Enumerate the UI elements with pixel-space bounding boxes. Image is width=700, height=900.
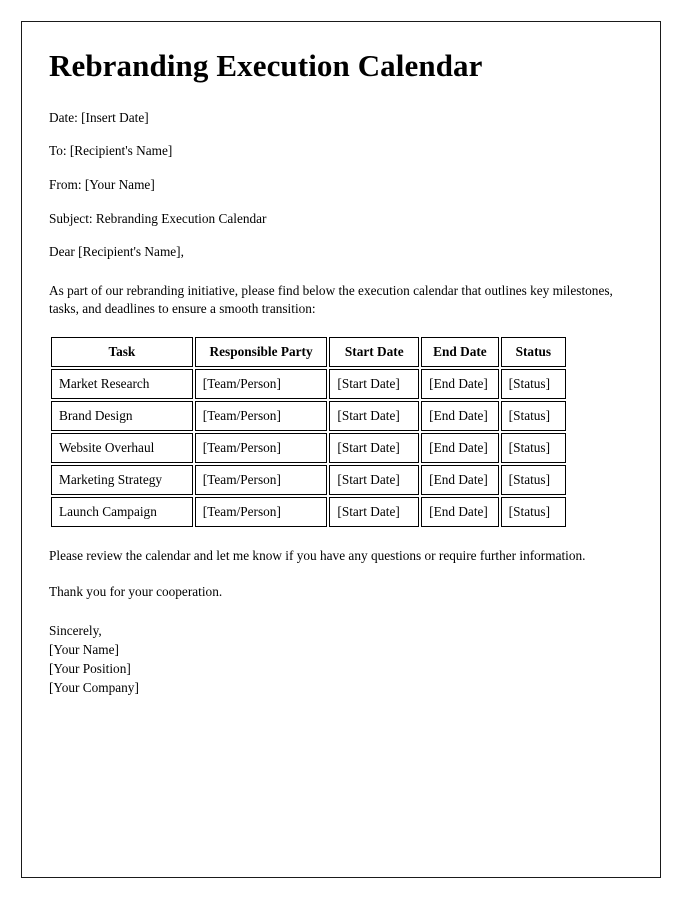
intro-paragraph: As part of our rebranding initiative, pl… [49,282,613,316]
cell-task: Website Overhaul [51,433,193,464]
cell-start-date: [Start Date] [329,497,420,528]
cell-responsible-party: [Team/Person] [194,497,328,528]
execution-calendar-table: Task Responsible Party Start Date End Da… [49,335,568,529]
table-row: Launch Campaign [Team/Person] [Start Dat… [51,497,566,528]
table-header: Task Responsible Party Start Date End Da… [51,337,566,368]
cell-end-date: [End Date] [421,465,499,496]
closing-paragraph: Please review the calendar and let me kn… [49,548,586,564]
cell-responsible-party: [Team/Person] [194,401,328,432]
meta-line-date: Date: [Insert Date] [49,109,149,125]
table-header-row: Task Responsible Party Start Date End Da… [51,337,566,368]
thanks-paragraph: Thank you for your cooperation. [49,583,223,599]
signature-position: [Your Position] [49,660,131,676]
signature-name: [Your Name] [49,642,119,658]
letter-header-block: Date: [Insert Date] To: [Recipient's Nam… [49,110,633,227]
cell-start-date: [Start Date] [329,433,420,464]
cell-task: Market Research [51,369,193,400]
cell-status: [Status] [500,401,566,432]
cell-end-date: [End Date] [421,369,499,400]
signature-block: Sincerely, [Your Name] [Your Position] [… [49,622,633,698]
cell-status: [Status] [500,433,566,464]
document-page: Rebranding Execution Calendar Date: [Ins… [21,21,661,878]
cell-end-date: [End Date] [421,401,499,432]
cell-status: [Status] [500,369,566,400]
document-content: Rebranding Execution Calendar Date: [Ins… [22,22,660,698]
column-header-status: Status [500,337,566,368]
signature-closing: Sincerely, [49,623,102,639]
column-header-responsible-party: Responsible Party [194,337,328,368]
column-header-task: Task [51,337,193,368]
cell-responsible-party: [Team/Person] [194,369,328,400]
cell-responsible-party: [Team/Person] [194,465,328,496]
cell-status: [Status] [500,465,566,496]
column-header-start-date: Start Date [329,337,420,368]
signature-company: [Your Company] [49,679,139,695]
cell-start-date: [Start Date] [329,465,420,496]
column-header-end-date: End Date [421,337,499,368]
table-body: Market Research [Team/Person] [Start Dat… [51,369,566,528]
cell-end-date: [End Date] [421,433,499,464]
cell-start-date: [Start Date] [329,401,420,432]
table-row: Website Overhaul [Team/Person] [Start Da… [51,433,566,464]
table-row: Market Research [Team/Person] [Start Dat… [51,369,566,400]
table-row: Marketing Strategy [Team/Person] [Start … [51,465,566,496]
cell-responsible-party: [Team/Person] [194,433,328,464]
page-title: Rebranding Execution Calendar [49,48,483,83]
cell-task: Brand Design [51,401,193,432]
cell-task: Marketing Strategy [51,465,193,496]
salutation: Dear [Recipient's Name], [49,244,184,260]
table-row: Brand Design [Team/Person] [Start Date] … [51,401,566,432]
cell-end-date: [End Date] [421,497,499,528]
meta-line-subject: Subject: Rebranding Execution Calendar [49,210,267,226]
cell-task: Launch Campaign [51,497,193,528]
cell-start-date: [Start Date] [329,369,420,400]
meta-line-from: From: [Your Name] [49,176,155,192]
meta-line-to: To: [Recipient's Name] [49,143,173,159]
cell-status: [Status] [500,497,566,528]
